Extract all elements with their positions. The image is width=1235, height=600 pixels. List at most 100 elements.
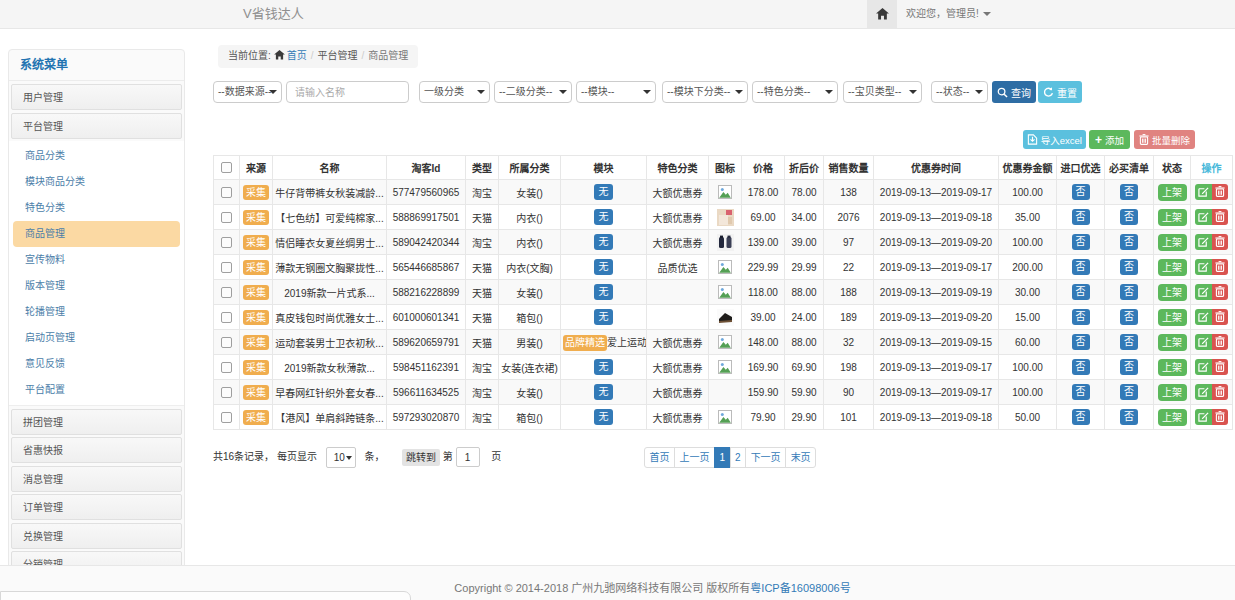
imported-toggle-button[interactable]: 否 — [1072, 309, 1090, 325]
delete-button[interactable] — [1212, 259, 1229, 275]
row-checkbox[interactable] — [221, 212, 232, 223]
sidebar-item-平台配置[interactable]: 平台配置 — [9, 377, 184, 403]
sidebar-item-意见反馈[interactable]: 意见反馈 — [9, 351, 184, 377]
status-button[interactable]: 上架 — [1158, 309, 1187, 326]
imported-toggle-button[interactable]: 否 — [1072, 209, 1090, 225]
delete-button[interactable] — [1212, 409, 1229, 425]
sidebar-group-兑换管理[interactable]: 兑换管理 — [11, 523, 182, 549]
delete-button[interactable] — [1212, 334, 1229, 350]
filter-select-模块[interactable]: --模块-- — [576, 81, 656, 103]
per-page-select[interactable]: 10 — [326, 447, 356, 468]
must-buy-toggle-button[interactable]: 否 — [1120, 384, 1138, 400]
imported-toggle-button[interactable]: 否 — [1072, 384, 1090, 400]
pager-button-末页[interactable]: 末页 — [785, 447, 816, 468]
edit-button[interactable] — [1195, 284, 1212, 300]
delete-button[interactable] — [1212, 359, 1229, 375]
sidebar-item-启动页管理[interactable]: 启动页管理 — [9, 325, 184, 351]
pager-button-1[interactable]: 1 — [714, 447, 731, 468]
edit-button[interactable] — [1195, 409, 1212, 425]
select-all-checkbox[interactable] — [221, 162, 232, 173]
filter-select-特色分类[interactable]: --特色分类-- — [752, 81, 838, 103]
pager-button-下一页[interactable]: 下一页 — [745, 447, 786, 468]
must-buy-toggle-button[interactable]: 否 — [1120, 309, 1138, 325]
sidebar-item-宣传物料[interactable]: 宣传物料 — [9, 247, 184, 273]
sidebar-item-轮播管理[interactable]: 轮播管理 — [9, 299, 184, 325]
must-buy-toggle-button[interactable]: 否 — [1120, 234, 1138, 250]
batch-delete-button[interactable]: 批量删除 — [1134, 130, 1195, 149]
status-button[interactable]: 上架 — [1158, 184, 1187, 201]
sidebar-item-特色分类[interactable]: 特色分类 — [9, 195, 184, 221]
jump-button[interactable]: 跳转到 — [402, 449, 440, 466]
status-button[interactable]: 上架 — [1158, 259, 1187, 276]
delete-button[interactable] — [1212, 309, 1229, 325]
row-checkbox[interactable] — [221, 287, 232, 298]
imported-toggle-button[interactable]: 否 — [1072, 234, 1090, 250]
status-button[interactable]: 上架 — [1158, 359, 1187, 376]
must-buy-toggle-button[interactable]: 否 — [1120, 334, 1138, 350]
sidebar-item-商品分类[interactable]: 商品分类 — [9, 143, 184, 169]
must-buy-toggle-button[interactable]: 否 — [1120, 209, 1138, 225]
reset-button[interactable]: 重置 — [1038, 81, 1082, 103]
filter-select-一级分类[interactable]: 一级分类 — [419, 81, 490, 103]
row-checkbox[interactable] — [221, 312, 232, 323]
filter-select-宝贝类型[interactable]: --宝贝类型-- — [843, 81, 922, 103]
filter-select-数据来源[interactable]: --数据来源-- — [213, 81, 282, 103]
imported-toggle-button[interactable]: 否 — [1072, 409, 1090, 425]
row-checkbox[interactable] — [221, 337, 232, 348]
name-search-input[interactable] — [286, 81, 409, 103]
status-button[interactable]: 上架 — [1158, 284, 1187, 301]
edit-button[interactable] — [1195, 259, 1212, 275]
query-button[interactable]: 查询 — [992, 81, 1036, 103]
sidebar-item-商品管理[interactable]: 商品管理 — [13, 221, 180, 247]
imported-toggle-button[interactable]: 否 — [1072, 334, 1090, 350]
pager-button-上一页[interactable]: 上一页 — [674, 447, 715, 468]
delete-button[interactable] — [1212, 209, 1229, 225]
status-button[interactable]: 上架 — [1158, 234, 1187, 251]
sidebar-item-模块商品分类[interactable]: 模块商品分类 — [9, 169, 184, 195]
status-button[interactable]: 上架 — [1158, 409, 1187, 426]
sidebar-group-拼团管理[interactable]: 拼团管理 — [11, 409, 182, 435]
status-button[interactable]: 上架 — [1158, 384, 1187, 401]
icp-link[interactable]: 粤ICP备16098006号 — [750, 582, 850, 594]
status-button[interactable]: 上架 — [1158, 209, 1187, 226]
sidebar-group-省惠快报[interactable]: 省惠快报 — [11, 437, 182, 463]
must-buy-toggle-button[interactable]: 否 — [1120, 284, 1138, 300]
filter-select-二级分类[interactable]: --二级分类-- — [494, 81, 572, 103]
edit-button[interactable] — [1195, 384, 1212, 400]
edit-button[interactable] — [1195, 334, 1212, 350]
status-button[interactable]: 上架 — [1158, 334, 1187, 351]
sidebar-group-订单管理[interactable]: 订单管理 — [11, 494, 182, 520]
page-number-input[interactable] — [456, 447, 480, 467]
must-buy-toggle-button[interactable]: 否 — [1120, 259, 1138, 275]
pager-button-首页[interactable]: 首页 — [644, 447, 675, 468]
row-checkbox[interactable] — [221, 187, 232, 198]
row-checkbox[interactable] — [221, 412, 232, 423]
must-buy-toggle-button[interactable]: 否 — [1120, 359, 1138, 375]
sidebar-group-消息管理[interactable]: 消息管理 — [11, 466, 182, 492]
sidebar-item-版本管理[interactable]: 版本管理 — [9, 273, 184, 299]
imported-toggle-button[interactable]: 否 — [1072, 259, 1090, 275]
add-button[interactable]: +添加 — [1089, 130, 1130, 149]
delete-button[interactable] — [1212, 234, 1229, 250]
breadcrumb-home-link[interactable]: 首页 — [287, 50, 307, 61]
must-buy-toggle-button[interactable]: 否 — [1120, 184, 1138, 200]
delete-button[interactable] — [1212, 184, 1229, 200]
delete-button[interactable] — [1212, 284, 1229, 300]
imported-toggle-button[interactable]: 否 — [1072, 184, 1090, 200]
edit-button[interactable] — [1195, 309, 1212, 325]
edit-button[interactable] — [1195, 234, 1212, 250]
sidebar-group-用户管理[interactable]: 用户管理 — [11, 84, 182, 110]
row-checkbox[interactable] — [221, 387, 232, 398]
imported-toggle-button[interactable]: 否 — [1072, 284, 1090, 300]
edit-button[interactable] — [1195, 184, 1212, 200]
filter-select-模块下分类[interactable]: --模块下分类-- — [662, 81, 748, 103]
imported-toggle-button[interactable]: 否 — [1072, 359, 1090, 375]
filter-select-状态[interactable]: --状态-- — [931, 81, 988, 103]
must-buy-toggle-button[interactable]: 否 — [1120, 409, 1138, 425]
row-checkbox[interactable] — [221, 262, 232, 273]
delete-button[interactable] — [1212, 384, 1229, 400]
edit-button[interactable] — [1195, 209, 1212, 225]
edit-button[interactable] — [1195, 359, 1212, 375]
row-checkbox[interactable] — [221, 237, 232, 248]
sidebar-group-平台管理[interactable]: 平台管理 — [11, 113, 182, 139]
